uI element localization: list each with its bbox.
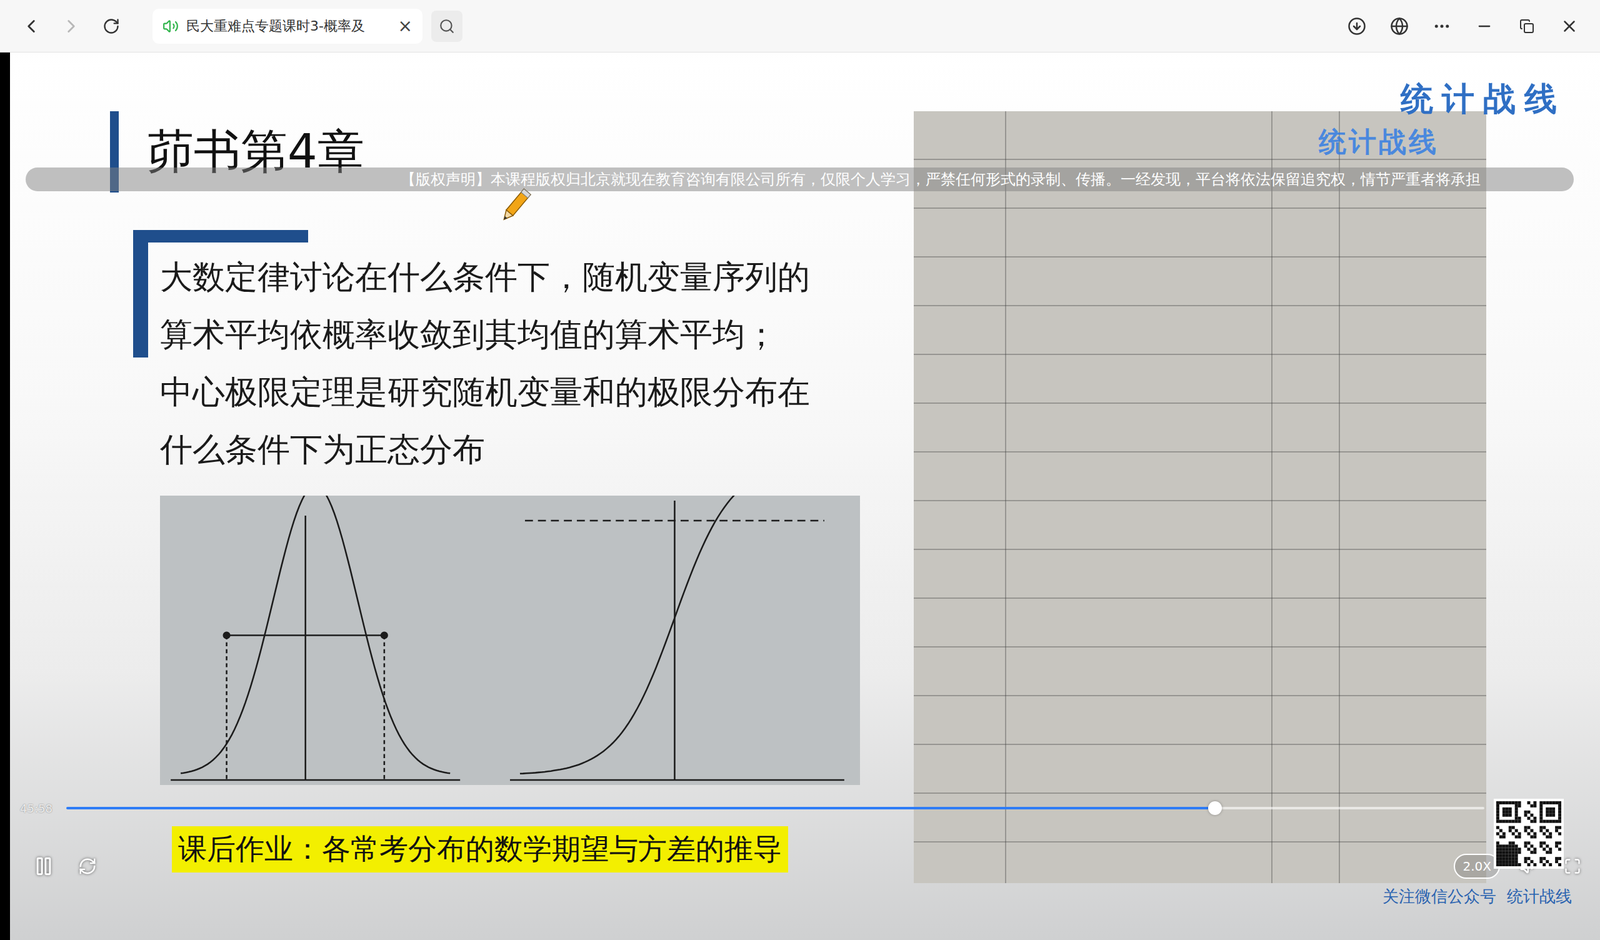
slide-footer: 关注微信公众号 统计战线 <box>1382 885 1572 908</box>
copyright-marquee: 【版权声明】本课程版权归北京就现在教育咨询有限公司所有，仅限个人学习，严禁任何形… <box>25 167 1574 192</box>
minimize-button[interactable] <box>1467 9 1502 44</box>
browser-toolbar: 民大重难点专题课时3-概率及 × <box>0 0 1600 53</box>
slide-paragraph: 中心极限定理是研究随机变量和的极限分布在什么条件下为正态分布 <box>160 363 823 479</box>
speed-button[interactable]: 2.0X <box>1453 853 1500 879</box>
browser-tab[interactable]: 民大重难点专题课时3-概率及 × <box>152 8 423 44</box>
tab-title: 民大重难点专题课时3-概率及 <box>186 16 391 36</box>
progress-knob[interactable] <box>1208 801 1222 815</box>
globe-icon <box>1390 16 1409 36</box>
current-time: 45:58 <box>20 801 54 815</box>
pencil-icon <box>493 183 538 228</box>
player-controls: 45:58 2.0X <box>10 796 1600 940</box>
watermark: 统计战线 <box>1400 77 1566 122</box>
refresh-icon <box>78 856 97 876</box>
pause-icon <box>33 855 55 877</box>
homework-note: 课后作业：各常考分布的数学期望与方差的推导 <box>171 826 789 873</box>
table-photo <box>913 111 1487 884</box>
restore-icon <box>1519 18 1535 34</box>
close-icon <box>1560 16 1579 36</box>
search-icon <box>438 18 455 35</box>
tab-close-button[interactable]: × <box>398 17 413 35</box>
speaker-icon <box>162 18 179 35</box>
reload-button[interactable] <box>93 8 129 44</box>
video-player[interactable]: 茆书第4章大数定律讨论在什么条件下，随机变量序列的算术平均依概率收敛到其均值的算… <box>0 52 1600 940</box>
close-button[interactable] <box>1552 9 1587 44</box>
window-tools <box>1340 9 1587 44</box>
search-button[interactable] <box>431 10 463 42</box>
slide-text: 大数定律讨论在什么条件下，随机变量序列的算术平均依概率收敛到其均值的算术平均；中… <box>133 230 823 479</box>
normal-distribution-chart <box>160 495 860 785</box>
progress-bar[interactable] <box>66 806 1485 810</box>
replay-button[interactable] <box>72 851 103 882</box>
play-pause-button[interactable] <box>28 851 59 882</box>
minimize-icon <box>1475 17 1494 35</box>
downloads-button[interactable] <box>1340 9 1374 44</box>
reload-icon <box>102 17 120 35</box>
forward-icon <box>60 15 82 37</box>
browser-window: 民大重难点专题课时3-概率及 × 茆书第4章大数定律讨论在什么条件下，随机变量序列的… <box>0 0 1600 940</box>
fullscreen-icon <box>1563 857 1582 875</box>
download-icon <box>1347 16 1367 36</box>
table-watermark: 统计战线 <box>1318 123 1439 161</box>
figure-photo <box>160 495 860 785</box>
more-icon <box>1432 16 1452 36</box>
slide-paragraph: 大数定律讨论在什么条件下，随机变量序列的算术平均依概率收敛到其均值的算术平均； <box>160 248 823 364</box>
back-icon <box>20 15 42 37</box>
forward-button[interactable] <box>53 8 89 44</box>
back-button[interactable] <box>13 8 49 44</box>
more-button[interactable] <box>1425 9 1459 44</box>
translate-button[interactable] <box>1382 9 1417 44</box>
restore-button[interactable] <box>1510 9 1544 44</box>
qr-code-icon <box>1493 798 1564 869</box>
